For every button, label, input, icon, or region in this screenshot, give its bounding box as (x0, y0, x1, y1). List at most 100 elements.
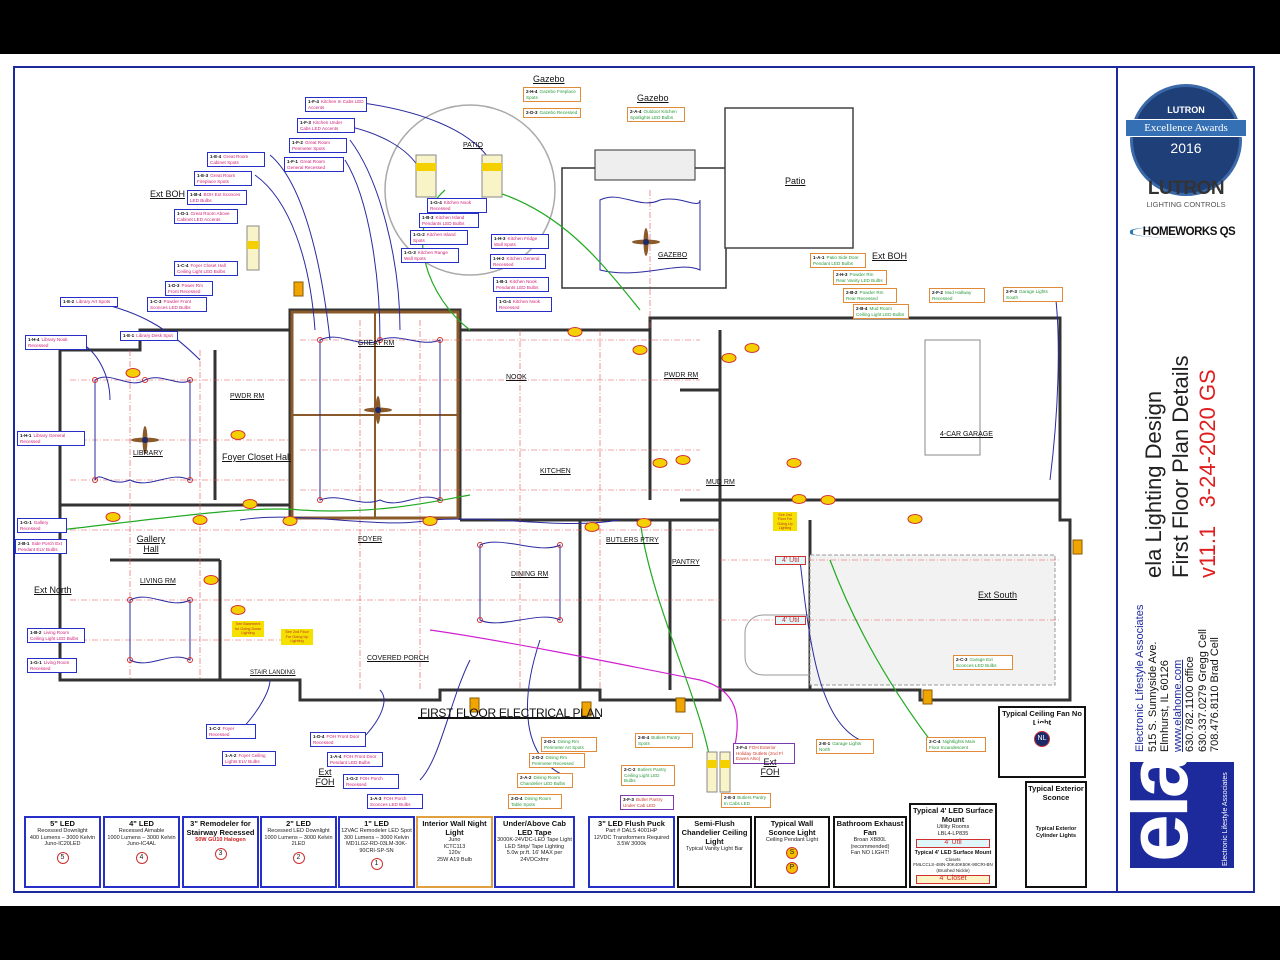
circuit-code: 1-G-3 (404, 250, 416, 255)
see-2nd-floor-note: See 2nd Floor For Going Up Lighting (773, 512, 797, 532)
circuit-callout: 1-A-4 FOH Front Door Pendant LED Bulbs (327, 752, 383, 767)
circuit-callout: 2-A-2 Dining Room Chandelier LED Bulbs (517, 773, 573, 788)
circuit-callout: 1-G-4 Kitchen Nook Recessed (496, 297, 552, 312)
circuit-callout: 1-G-1 Living Room Recessed (27, 658, 77, 673)
room-label: Ext FOH (315, 767, 335, 787)
see-2nd-floor-note: See 2nd Floor For Going Up Lighting (281, 629, 313, 645)
room-label: Ext South (978, 590, 1018, 600)
legend-title: Semi-Flush Chandelier Ceiling Light (681, 819, 748, 846)
circuit-code: 2-D-2 (532, 755, 544, 760)
legend-title: Under/Above Cab LED Tape (503, 819, 566, 837)
circuit-code: 2-H-4 (526, 89, 538, 94)
legend-title: 4" LED (129, 819, 154, 828)
legend-title: Typical Exterior Sconce (1028, 784, 1084, 802)
circuit-code: 2-H-3 (836, 272, 848, 277)
office-phone: 630.782.1100 office (1184, 656, 1196, 752)
circuit-callout: 1-D-1 Great Room Above Cabinet LED Accent… (174, 209, 238, 224)
legend-detail: Broan XB80L (recommended) (850, 837, 890, 850)
gazebo-structure (561, 167, 727, 289)
circuit-callout: 2-B-4 Mud Room Ceiling Light LED Bulbs (853, 304, 909, 319)
circuit-callout: 1-B-4 BOH Ext Sconces LED Bulbs (187, 190, 247, 205)
room-label: Gallery Hall (136, 534, 166, 554)
circuit-code: 1-B-1 (496, 279, 508, 284)
circuit-code: 1-B-3 (422, 215, 434, 220)
room-label: KITCHEN (540, 468, 571, 475)
circuit-callout: 1-B-1 Kitchen Nook Pendants LED Bulbs (493, 277, 549, 292)
circuit-callout: 1-C-4 Foyer Closet Hall Ceiling Light LED… (174, 261, 238, 276)
circuit-code: 1-E-4 (210, 154, 222, 159)
circuit-description: Gazebo Recessed (539, 110, 578, 115)
circuit-code: 2-B-1 (18, 541, 30, 546)
circuit-callout: 2-H-4 Gazebo Fireplace Spots (523, 87, 581, 102)
circuit-callout: 1-G-1 Gallery Recessed (17, 518, 67, 533)
legend-item: Typical Wall Sconce Light Ceiling Pendant… (754, 816, 830, 888)
fixture-symbol-icon: NL (1034, 731, 1050, 747)
room-label: PANTRY (672, 559, 700, 566)
circuit-code: 1-G-2 (346, 776, 358, 781)
room-label: BUTLERS PTRY (606, 537, 659, 544)
circuit-callout: 1-B-2 Living Room Ceiling Light LED Bulbs (27, 628, 85, 643)
legend-detail: Ceiling Pendant Light (765, 837, 819, 843)
room-label: Ext North (34, 585, 72, 595)
circuit-callout: 2-H-3 Powder Rm Rear Vanity LED Bulbs (833, 270, 887, 285)
legend-item: 1" LED 12VAC Remodeler LED Spot 300 Lumens… (338, 816, 415, 888)
fixture-symbol-icon: 4 (135, 851, 148, 864)
legend-tag: 4' Closet (916, 875, 990, 884)
legend-detail: Juno-IC4AL (126, 841, 157, 847)
circuit-callout: 2-F-3 Garage Lights South (1003, 287, 1063, 302)
circuit-callout: 2-D-4 Dining Room Table Spots (508, 794, 562, 809)
legend-detail: Juno-IC20LED (44, 841, 81, 847)
legend-item: Under/Above Cab LED Tape 3000K-24VDC-LED … (494, 816, 575, 888)
circuit-code: 1-H-4 (28, 337, 40, 342)
circuit-callout: 2-E-1 Garage Lights North (816, 739, 874, 754)
circuit-callout: 2-C-2 Butlers Pantry Ceiling Light LED Bu… (621, 765, 675, 786)
drawing-page: 1-F-4 Kitchen In Cabs LED Accents 1-F-3 Kit… (0, 0, 1280, 960)
room-label: LIVING RM (140, 578, 176, 585)
circuit-code: 1-H-1 (20, 433, 32, 438)
legend-title-secondary: Typical Exterior Cylinder Lights (1035, 826, 1077, 839)
circuit-code: 1-F-4 (308, 99, 319, 104)
plan-title: FIRST FLOOR ELECTRICAL PLAN (420, 706, 603, 720)
legend-item: Typical Exterior Sconce Typical Exterior … (1025, 781, 1087, 888)
circuit-callout: 1-E-2 Library Art Spots (60, 297, 118, 307)
version-line: v11.1 3-24-2020 GS (1194, 355, 1221, 578)
circuit-code: 2-B-2 (846, 290, 858, 295)
circuit-callout: 1-H-1 Library General Recessed (17, 431, 85, 446)
circuit-code: 1-G-2 (413, 232, 425, 237)
room-label: Gazebo (533, 74, 565, 84)
circuit-callout: 1-G-3 Kitchen Range Wall Spots (401, 248, 459, 263)
company-name: Electronic Lifestyle Associates (1134, 604, 1146, 752)
company-website-link[interactable]: www.elahome.com (1172, 605, 1185, 752)
legend-item: Semi-Flush Chandelier Ceiling Light Typic… (677, 816, 752, 888)
circuit-callout: 2-D-1 Dining Rm Perimeter Art Spots (541, 737, 597, 752)
circuit-callout: 1-F-4 Kitchen In Cabs LED Accents (305, 97, 367, 112)
circuit-code: 1-G-4 (430, 200, 442, 205)
legend-title: 5" LED (50, 819, 75, 828)
room-label: Gazebo (637, 93, 669, 103)
circuit-callout: 2-A-4 Outdoor Kitchen Spotlights LED Bulb… (627, 107, 685, 122)
room-label: PWDR RM (664, 372, 699, 379)
legend-item: 4" LED Recessed Aimable 1000 Lumens – 3000… (103, 816, 180, 888)
gregg-cell: 630.337.0279 Gregg Cell (1196, 629, 1209, 752)
circuit-code: 1-A-4 (330, 754, 342, 759)
circuit-code: 2-E-1 (819, 741, 831, 746)
lutron-subtitle: LIGHTING CONTROLS (1146, 200, 1226, 209)
room-label: Foyer Closet Hall (222, 452, 292, 462)
legend-title: 2" LED (286, 819, 311, 828)
room-label: Ext FOH (760, 757, 780, 777)
legend-detail: 3000K-24VDC-LED Tape Light (497, 837, 572, 843)
brad-cell: 708.476.8110 Brad Cell (1209, 637, 1221, 752)
circuit-code: 1-B-4 (190, 192, 202, 197)
circuit-callout: 1-A-3 FOH Porch Sconces LED Bulbs (367, 794, 423, 809)
fixture-symbol-icon: 2 (292, 851, 305, 864)
circuit-callout: 2-F-2 Mud Hallway Recessed (929, 288, 985, 303)
circuit-code: 1-G-1 (30, 660, 42, 665)
circuit-callout: 1-E-1 Library Desk Spot (120, 331, 178, 341)
fixture-symbol-icon: 3 (214, 847, 227, 860)
room-label: MUD RM (706, 479, 735, 486)
legend-detail: Recessed Downlight (37, 828, 88, 834)
legend-detail: Fan NO LIGHT! (850, 850, 890, 856)
legend-item: 3" Remodeler for Stairway Recessed 50W GU… (182, 816, 259, 888)
legend-item: 2" LED Recessed LED Downlight 1000 Lumens … (260, 816, 337, 888)
circuit-description: Library Art Spots (76, 299, 111, 304)
